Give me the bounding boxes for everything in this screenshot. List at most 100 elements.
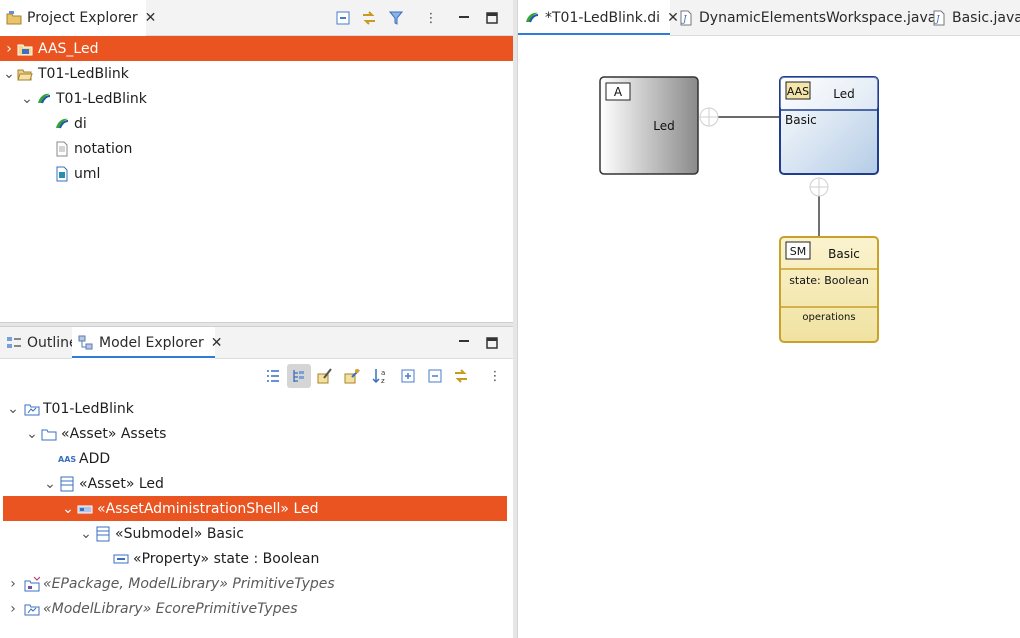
active-tab-indicator	[72, 356, 215, 358]
tab-label: Project Explorer	[27, 10, 138, 26]
class-icon	[59, 476, 75, 492]
tab-label: DynamicElementsWorkspace.java	[699, 10, 937, 26]
tree-item-ecore-primitive-types[interactable]: › «ModelLibrary» EcorePrimitiveTypes	[0, 596, 513, 621]
tab-project-explorer[interactable]: Project Explorer ✕	[0, 0, 156, 36]
submodel-property[interactable]: state: Boolean	[789, 274, 869, 287]
aas-submodel-ref: Basic	[785, 113, 817, 127]
papyrus-di-icon	[524, 10, 540, 26]
tree-item-label: notation	[74, 140, 133, 157]
class-icon	[95, 526, 111, 542]
submodel-node[interactable]: SM Basic state: Boolean operations	[779, 236, 879, 343]
tree-item-add[interactable]: AAS ADD	[0, 446, 513, 471]
asset-node[interactable]: A Led	[599, 76, 699, 175]
expand-all-icon[interactable]	[400, 368, 416, 384]
diagram-canvas[interactable]: A Led AAS Led Basic SM Basic state: Bool…	[518, 37, 1020, 638]
minimize-icon[interactable]	[456, 10, 472, 26]
tree-item-di[interactable]: di	[0, 111, 513, 136]
sort-alphabetically-icon[interactable]: az	[372, 368, 388, 384]
tree-item-project[interactable]: ⌄ T01-LedBlink	[0, 61, 513, 86]
papyrus-model-icon	[36, 91, 52, 107]
diagram-editor: *T01-LedBlink.di ✕ J DynamicElementsWork…	[517, 0, 1020, 638]
aas-tag: AAS	[787, 85, 809, 98]
chevron-down-icon[interactable]: ⌄	[44, 476, 56, 492]
link-with-editor-icon[interactable]	[453, 368, 469, 384]
aas-icon: AAS	[58, 451, 76, 467]
tab-label: Outline	[27, 335, 78, 351]
tree-item-primitive-types[interactable]: › «EPackage, ModelLibrary» PrimitiveType…	[0, 571, 513, 596]
model-explorer-view: Outline Model Explorer ✕ az ⋮ ⌄ T01-LedB…	[0, 327, 513, 638]
tree-item-label: «Asset» Led	[79, 475, 164, 492]
tab-basic-java[interactable]: J Basic.java	[925, 0, 1020, 36]
chevron-down-icon[interactable]: ⌄	[26, 426, 38, 442]
aas-project-icon	[17, 41, 33, 57]
minimize-icon[interactable]	[456, 334, 472, 350]
tab-label: Basic.java	[952, 10, 1020, 26]
tree-item-label: «EPackage, ModelLibrary» PrimitiveTypes	[43, 575, 335, 592]
chevron-down-icon[interactable]: ⌄	[80, 526, 92, 542]
project-explorer-tabbar: Project Explorer ✕ ⋮	[0, 0, 513, 36]
java-file-icon: J	[678, 10, 694, 26]
collapse-all-icon[interactable]	[427, 368, 443, 384]
maximize-icon[interactable]	[484, 10, 500, 26]
tree-item-notation[interactable]: notation	[0, 136, 513, 161]
tree-item-model-root[interactable]: ⌄ T01-LedBlink	[0, 396, 513, 421]
tree-item-label: uml	[74, 165, 101, 182]
tree-item-label: «Submodel» Basic	[115, 525, 244, 542]
link-with-editor-icon[interactable]	[361, 10, 377, 26]
chevron-right-icon[interactable]: ›	[7, 576, 19, 592]
view-menu-icon[interactable]: ⋮	[423, 10, 439, 26]
tab-label: Model Explorer	[99, 335, 204, 351]
tree-item-submodel-basic[interactable]: ⌄ «Submodel» Basic	[0, 521, 513, 546]
diagram-filter-icon[interactable]	[317, 368, 333, 384]
close-icon[interactable]: ✕	[211, 335, 223, 351]
tree-item-label: «AssetAdministrationShell» Led	[97, 500, 319, 517]
active-tab-indicator	[518, 33, 670, 35]
uml-file-icon	[54, 166, 70, 182]
aas-name: Led	[833, 87, 854, 101]
outline-icon	[6, 335, 22, 351]
filter-icon[interactable]	[388, 10, 404, 26]
edit-filter-icon[interactable]	[344, 368, 360, 384]
view-menu-icon[interactable]: ⋮	[487, 368, 503, 384]
project-explorer-icon	[6, 10, 22, 26]
list-view-icon[interactable]	[265, 368, 281, 384]
tree-item-aas-led[interactable]: › AAS_Led	[0, 36, 513, 61]
package-icon	[41, 426, 57, 442]
submodel-tag: SM	[790, 245, 806, 258]
collapse-all-icon[interactable]	[335, 10, 351, 26]
tree-item-model[interactable]: ⌄ T01-LedBlink	[0, 86, 513, 111]
tab-outline[interactable]: Outline	[0, 327, 78, 359]
tree-item-label: AAS_Led	[38, 40, 99, 57]
tree-item-asset-led[interactable]: ⌄ «Asset» Led	[0, 471, 513, 496]
tree-item-property-state[interactable]: «Property» state : Boolean	[0, 546, 513, 571]
maximize-icon[interactable]	[484, 335, 500, 351]
chevron-down-icon[interactable]: ⌄	[62, 501, 74, 517]
svg-text:z: z	[381, 377, 385, 384]
close-icon[interactable]: ✕	[145, 10, 157, 26]
tree-view-icon[interactable]	[287, 364, 311, 388]
tree-item-aas-led[interactable]: ⌄ «AssetAdministrationShell» Led	[3, 496, 507, 521]
tree-item-label: «Property» state : Boolean	[133, 550, 320, 567]
tab-label: *T01-LedBlink.di	[545, 10, 661, 26]
chevron-right-icon[interactable]: ›	[3, 41, 15, 57]
tree-item-asset-assets[interactable]: ⌄ «Asset» Assets	[0, 421, 513, 446]
tab-t01-ledblink-di[interactable]: *T01-LedBlink.di ✕	[518, 0, 679, 36]
tree-item-label: T01-LedBlink	[43, 400, 134, 417]
aas-node[interactable]: AAS Led Basic	[779, 76, 879, 175]
tree-item-uml[interactable]: uml	[0, 161, 513, 186]
tree-item-label: di	[74, 115, 87, 132]
asset-tag: A	[614, 85, 623, 99]
chevron-right-icon[interactable]: ›	[7, 601, 19, 617]
tree-item-label: T01-LedBlink	[38, 65, 129, 82]
tab-model-explorer[interactable]: Model Explorer ✕	[72, 327, 223, 359]
tab-dynamic-elements-workspace[interactable]: J DynamicElementsWorkspace.java	[672, 0, 936, 36]
chevron-down-icon[interactable]: ⌄	[3, 66, 15, 82]
asset-name: Led	[653, 119, 674, 133]
import-package-icon	[24, 601, 40, 617]
model-icon	[24, 401, 40, 417]
tree-item-label: «Asset» Assets	[61, 425, 167, 442]
chevron-down-icon[interactable]: ⌄	[21, 91, 33, 107]
chevron-down-icon[interactable]: ⌄	[7, 401, 19, 417]
svg-text:a: a	[381, 369, 385, 377]
submodel-operations-compartment: operations	[802, 312, 855, 323]
